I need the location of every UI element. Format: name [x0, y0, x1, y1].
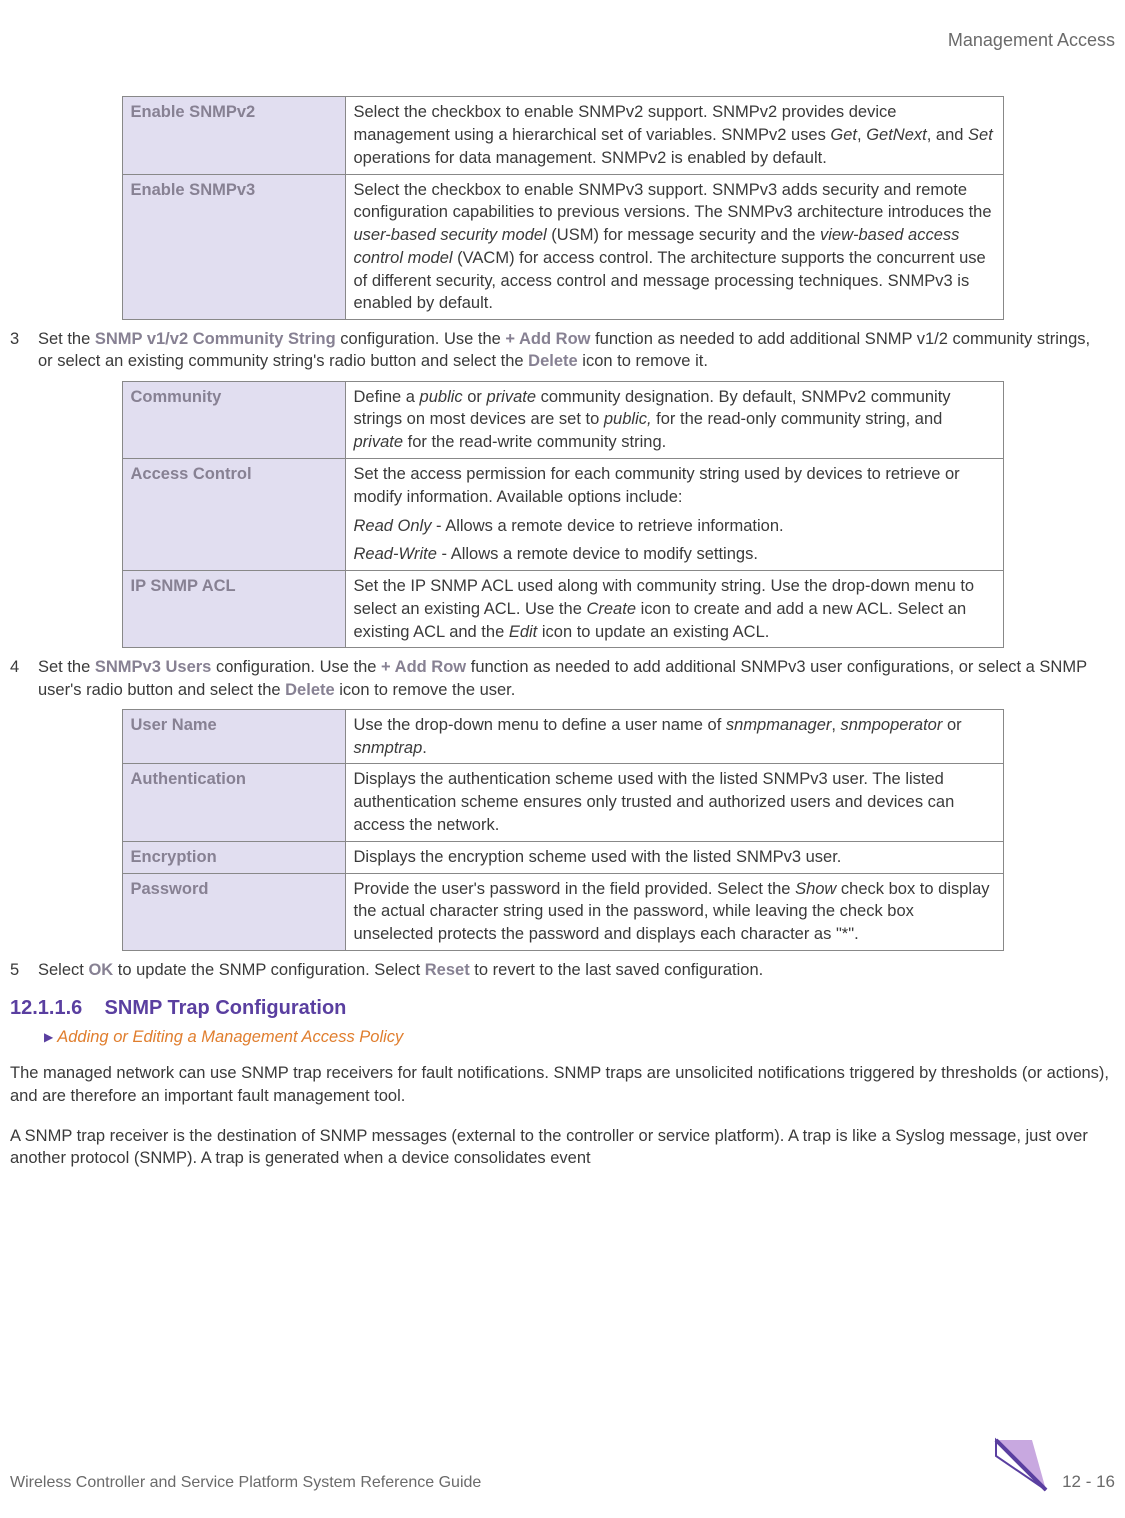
row-desc: Select the checkbox to enable SNMPv2 sup… [345, 97, 1003, 174]
footer-doc-title: Wireless Controller and Service Platform… [10, 1472, 481, 1494]
table-snmp-enable: Enable SNMPv2Select the checkbox to enab… [122, 96, 1004, 320]
body-paragraph-2: A SNMP trap receiver is the destination … [10, 1125, 1115, 1170]
bold-text: OK [88, 961, 113, 979]
bold-text: Delete [285, 681, 335, 699]
body-paragraph-1: The managed network can use SNMP trap re… [10, 1062, 1115, 1107]
bold-text: SNMP v1/v2 Community String [95, 330, 336, 348]
italic-text: Read-Write [354, 545, 437, 563]
bold-text: Reset [425, 961, 470, 979]
section-number: 12.1.1.6 [10, 997, 82, 1019]
row-label: IP SNMP ACL [122, 571, 345, 648]
step-number: 5 [10, 959, 38, 981]
desc-paragraph: Define a public or private community des… [354, 386, 995, 454]
italic-text: snmptrap [354, 739, 423, 757]
row-desc: Select the checkbox to enable SNMPv3 sup… [345, 174, 1003, 320]
italic-text: Read Only [354, 517, 432, 535]
row-label: User Name [122, 709, 345, 764]
step-text: Set the SNMP v1/v2 Community String conf… [38, 328, 1109, 373]
step-4: 4 Set the SNMPv3 Users configuration. Us… [10, 656, 1115, 701]
desc-paragraph: Provide the user's password in the field… [354, 878, 995, 946]
desc-paragraph: Displays the encryption scheme used with… [354, 846, 995, 869]
step-number: 3 [10, 328, 38, 373]
row-desc: Use the drop-down menu to define a user … [345, 709, 1003, 764]
table-row: CommunityDefine a public or private comm… [122, 381, 1003, 458]
breadcrumb-link[interactable]: Adding or Editing a Management Access Po… [57, 1026, 403, 1048]
table-row: PasswordProvide the user's password in t… [122, 873, 1003, 950]
row-desc: Provide the user's password in the field… [345, 873, 1003, 950]
table-row: Enable SNMPv3Select the checkbox to enab… [122, 174, 1003, 320]
desc-paragraph: Set the access permission for each commu… [354, 463, 995, 509]
page-number: 12 - 16 [1062, 1471, 1115, 1494]
italic-text: snmpoperator [841, 716, 943, 734]
step-text: Select OK to update the SNMP configurati… [38, 959, 1109, 981]
table-row: Enable SNMPv2Select the checkbox to enab… [122, 97, 1003, 174]
table-snmpv3-users: User NameUse the drop-down menu to defin… [122, 709, 1004, 951]
row-desc: Displays the authentication scheme used … [345, 764, 1003, 841]
desc-paragraph: Use the drop-down menu to define a user … [354, 714, 995, 760]
header-section-title: Management Access [948, 30, 1115, 50]
table-row: User NameUse the drop-down menu to defin… [122, 709, 1003, 764]
bold-text: + Add Row [505, 330, 590, 348]
desc-paragraph: Read Only - Allows a remote device to re… [354, 515, 995, 538]
row-desc: Set the access permission for each commu… [345, 459, 1003, 571]
desc-paragraph: Set the IP SNMP ACL used along with comm… [354, 575, 995, 643]
italic-text: Edit [509, 623, 537, 641]
bold-text: + Add Row [381, 658, 466, 676]
step-text: Set the SNMPv3 Users configuration. Use … [38, 656, 1109, 701]
breadcrumb: ▶ Adding or Editing a Management Access … [44, 1026, 1115, 1048]
step-3: 3 Set the SNMP v1/v2 Community String co… [10, 328, 1115, 373]
step-5: 5 Select OK to update the SNMP configura… [10, 959, 1115, 981]
table-row: Access ControlSet the access permission … [122, 459, 1003, 571]
section-title: SNMP Trap Configuration [105, 997, 347, 1019]
italic-text: public, [604, 410, 652, 428]
row-label: Enable SNMPv2 [122, 97, 345, 174]
italic-text: public [420, 388, 463, 406]
row-label: Encryption [122, 841, 345, 873]
row-label: Password [122, 873, 345, 950]
italic-text: snmpmanager [726, 716, 831, 734]
row-desc: Define a public or private community des… [345, 381, 1003, 458]
table-row: Encryption Displays the encryption scheme… [122, 841, 1003, 873]
page-footer: Wireless Controller and Service Platform… [10, 1436, 1115, 1494]
step-number: 4 [10, 656, 38, 701]
page-header: Management Access [10, 28, 1115, 52]
table-row: AuthenticationDisplays the authenticatio… [122, 764, 1003, 841]
table-row: IP SNMP ACLSet the IP SNMP ACL used alon… [122, 571, 1003, 648]
row-desc: Set the IP SNMP ACL used along with comm… [345, 571, 1003, 648]
italic-text: private [487, 388, 537, 406]
bold-text: SNMPv3 Users [95, 658, 211, 676]
italic-text: Create [586, 600, 636, 618]
row-label: Enable SNMPv3 [122, 174, 345, 320]
italic-text: Set [968, 126, 993, 144]
italic-text: user-based security model [354, 226, 547, 244]
italic-text: private [354, 433, 404, 451]
italic-text: Get [830, 126, 857, 144]
bold-text: Delete [528, 352, 578, 370]
row-label: Community [122, 381, 345, 458]
italic-text: GetNext [866, 126, 927, 144]
brand-logo-icon [992, 1436, 1050, 1494]
desc-paragraph: Read-Write - Allows a remote device to m… [354, 543, 995, 566]
italic-text: Show [795, 880, 836, 898]
table-community-string: CommunityDefine a public or private comm… [122, 381, 1004, 649]
row-label: Authentication [122, 764, 345, 841]
desc-paragraph: Displays the authentication scheme used … [354, 768, 995, 836]
triangle-icon: ▶ [44, 1029, 53, 1045]
row-label: Access Control [122, 459, 345, 571]
row-desc: Displays the encryption scheme used with… [345, 841, 1003, 873]
section-heading: 12.1.1.6 SNMP Trap Configuration [10, 995, 1115, 1022]
